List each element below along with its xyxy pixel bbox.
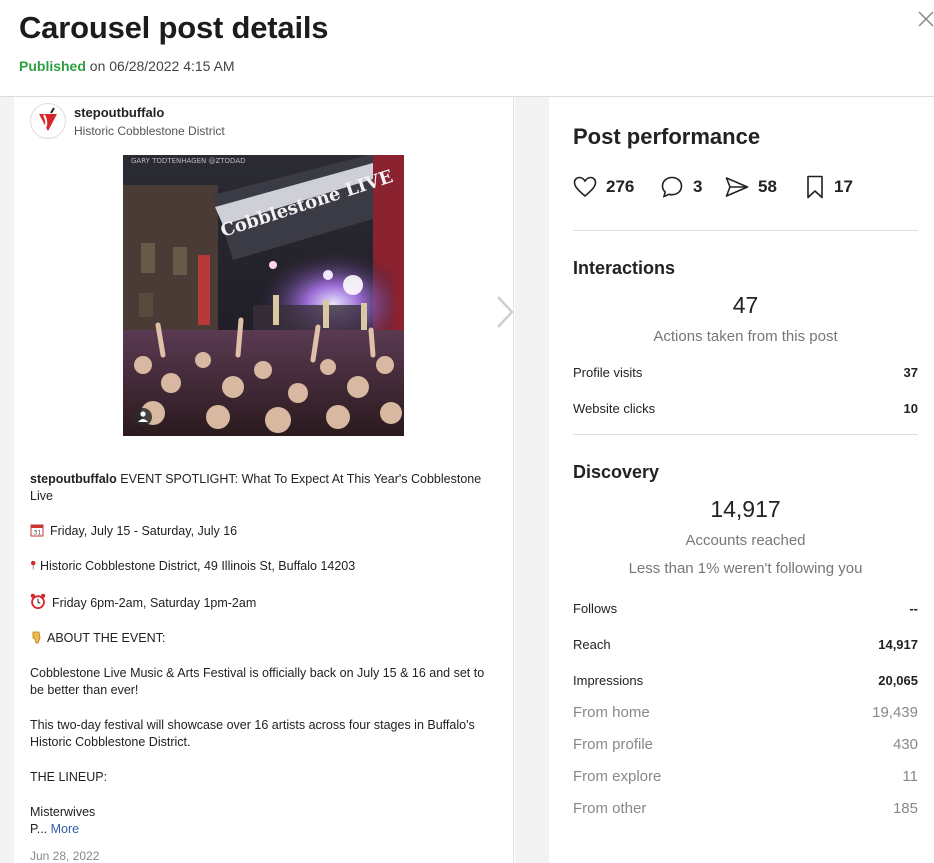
caption-artist: Misterwives xyxy=(30,805,96,819)
discovery-note: Less than 1% weren't following you xyxy=(628,560,863,577)
caption-date-line: 31 Friday, July 15 - Saturday, July 16 xyxy=(30,523,500,540)
avatar[interactable] xyxy=(30,103,66,139)
comment-icon xyxy=(661,176,683,198)
row-label: From explore xyxy=(573,768,662,785)
caption-intro: stepoutbuffalo EVENT SPOTLIGHT: What To … xyxy=(30,471,500,505)
row-value: 185 xyxy=(892,800,918,817)
calendar-icon: 31 xyxy=(30,524,44,537)
user-tag-icon xyxy=(134,408,152,426)
alarm-clock-icon xyxy=(30,593,46,609)
heart-icon xyxy=(573,176,597,198)
publish-info: Published on 06/28/2022 4:15 AM xyxy=(19,58,235,74)
row-label: Follows xyxy=(573,601,618,616)
from-profile-row: From profile 430 xyxy=(573,736,918,754)
row-value: 14,917 xyxy=(878,637,918,652)
row-label: Website clicks xyxy=(573,401,656,416)
row-label: Impressions xyxy=(573,673,644,688)
caption-time-line: Friday 6pm-2am, Saturday 1pm-2am xyxy=(30,593,500,612)
divider xyxy=(573,230,918,231)
brand-logo xyxy=(39,107,57,131)
likes-stat: 276 xyxy=(573,173,634,201)
close-button[interactable] xyxy=(916,9,934,27)
caption-time-text: Friday 6pm-2am, Saturday 1pm-2am xyxy=(52,596,257,610)
caption-about-heading: ABOUT THE EVENT: xyxy=(30,630,500,647)
post-username[interactable]: stepoutbuffalo xyxy=(74,105,164,120)
interactions-subtitle: Actions taken from this post xyxy=(653,328,838,345)
row-value: -- xyxy=(909,601,918,616)
divider xyxy=(573,434,918,435)
caption-username[interactable]: stepoutbuffalo xyxy=(30,472,117,486)
page-title: Carousel post details xyxy=(19,10,329,45)
caption-ellipsis: P... xyxy=(30,822,48,836)
post-date: Jun 28, 2022 xyxy=(30,849,100,863)
bookmark-icon xyxy=(807,175,823,199)
performance-title: Post performance xyxy=(573,124,761,149)
saves-stat: 17 xyxy=(805,173,853,201)
publish-date: on 06/28/2022 4:15 AM xyxy=(89,58,235,74)
post-photo[interactable]: GARY TODTENHAGEN @ZTODAD Cobblestone LIV… xyxy=(123,155,404,436)
post-preview: stepoutbuffalo Historic Cobblestone Dist… xyxy=(14,97,514,863)
from-home-row: From home 19,439 xyxy=(573,704,918,722)
row-label: Reach xyxy=(573,637,611,652)
shares-stat: 58 xyxy=(725,173,777,201)
status-label: Published xyxy=(19,58,86,74)
saves-count: 17 xyxy=(834,177,853,196)
caption-lineup-heading: THE LINEUP: xyxy=(30,770,108,784)
shares-count: 58 xyxy=(758,177,777,196)
concert-photo: GARY TODTENHAGEN @ZTODAD Cobblestone LIV… xyxy=(123,155,404,436)
left-margin xyxy=(0,97,14,863)
row-value: 430 xyxy=(892,736,918,753)
impressions-row: Impressions 20,065 xyxy=(573,673,918,691)
discovery-total: 14,917 xyxy=(710,496,781,522)
discovery-title: Discovery xyxy=(573,462,660,482)
caption-truncated: P... More xyxy=(30,821,500,838)
from-explore-row: From explore 11 xyxy=(573,768,918,786)
svg-text:31: 31 xyxy=(34,530,42,537)
post-caption: stepoutbuffalo EVENT SPOTLIGHT: What To … xyxy=(30,471,500,838)
row-label: From home xyxy=(573,704,650,721)
pin-icon xyxy=(30,560,36,570)
follows-row: Follows -- xyxy=(573,601,918,619)
modal-header: Carousel post details Published on 06/28… xyxy=(0,0,934,97)
likes-count: 276 xyxy=(606,177,635,196)
row-value: 19,439 xyxy=(872,704,918,721)
panel-gutter xyxy=(515,97,549,863)
discovery-subtitle: Accounts reached xyxy=(685,532,806,549)
caption-location-text: Historic Cobblestone District, 49 Illino… xyxy=(40,559,356,573)
profile-visits-row: Profile visits 37 xyxy=(573,365,918,383)
reach-row: Reach 14,917 xyxy=(573,637,918,655)
paper-plane-icon xyxy=(725,177,749,197)
close-icon xyxy=(918,11,934,27)
row-value: 20,065 xyxy=(878,673,918,688)
photo-credit: GARY TODTENHAGEN @ZTODAD xyxy=(131,157,246,165)
interactions-title: Interactions xyxy=(573,258,676,278)
chevron-right-icon xyxy=(497,296,514,328)
caption-date-text: Friday, July 15 - Saturday, July 16 xyxy=(50,524,238,538)
row-value: 10 xyxy=(903,401,918,416)
website-clicks-row: Website clicks 10 xyxy=(573,401,918,419)
carousel-next-button[interactable] xyxy=(494,295,516,329)
comments-count: 3 xyxy=(693,177,703,196)
row-label: Profile visits xyxy=(573,365,643,380)
row-value: 37 xyxy=(903,365,918,380)
caption-location-line: Historic Cobblestone District, 49 Illino… xyxy=(30,558,500,575)
caption-para2: This two-day festival will showcase over… xyxy=(30,718,475,749)
post-location[interactable]: Historic Cobblestone District xyxy=(74,124,225,138)
row-value: 11 xyxy=(902,768,918,785)
caption-about-text: ABOUT THE EVENT: xyxy=(47,631,166,645)
from-other-row: From other 185 xyxy=(573,800,918,818)
row-label: From other xyxy=(573,800,647,817)
pointing-down-icon xyxy=(32,631,41,644)
caption-para1: Cobblestone Live Music & Arts Festival i… xyxy=(30,666,485,697)
row-label: From profile xyxy=(573,736,654,753)
comments-stat: 3 xyxy=(660,173,702,201)
more-link[interactable]: More xyxy=(51,822,79,836)
interactions-total: 47 xyxy=(732,292,759,318)
